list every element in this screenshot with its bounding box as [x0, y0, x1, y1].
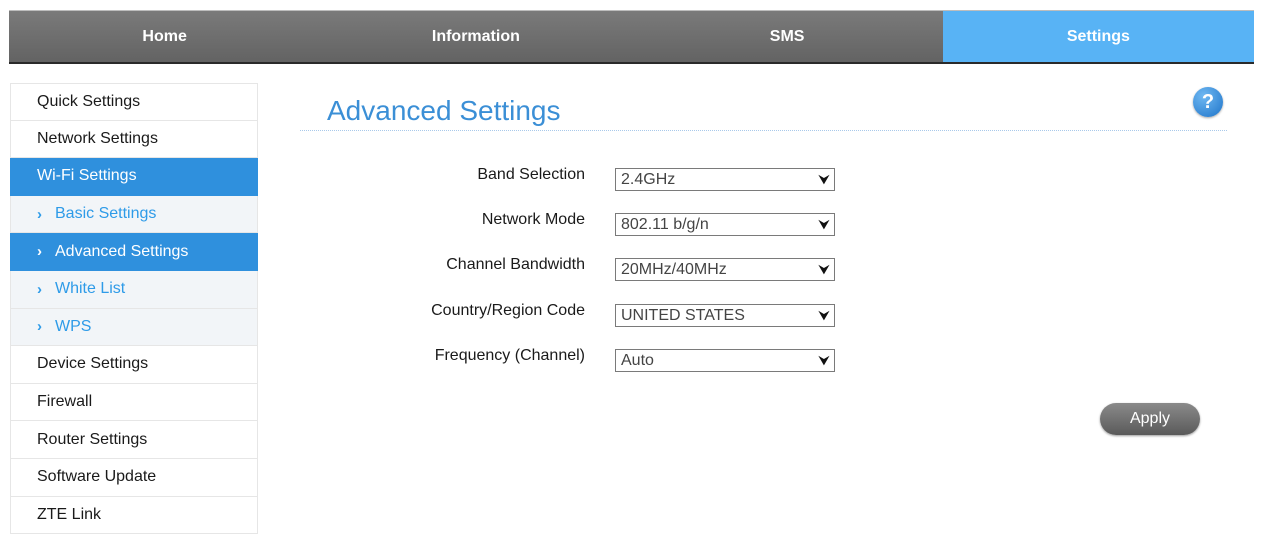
channel-bandwidth-label: Channel Bandwidth [446, 256, 585, 273]
country-region-select[interactable]: UNITED STATES ⮟ [615, 304, 835, 327]
network-mode-row: Network Mode 802.11 b/g/n ⮟ [300, 209, 840, 237]
tab-settings[interactable]: Settings [942, 11, 1254, 62]
band-selection-label: Band Selection [477, 166, 585, 183]
frequency-channel-select[interactable]: Auto ⮟ [615, 349, 835, 372]
band-selection-select[interactable]: 2.4GHz ⮟ [615, 168, 835, 191]
sidebar-item-software-update[interactable]: Software Update [10, 458, 258, 497]
chevron-right-icon: › [37, 280, 42, 298]
help-icon[interactable]: ? [1193, 87, 1223, 117]
sidebar-item-label: Software Update [37, 468, 157, 486]
sidebar-item-zte-link[interactable]: ZTE Link [10, 496, 258, 535]
frequency-channel-value: Auto [621, 352, 654, 369]
sidebar-item-quick-settings[interactable]: Quick Settings [10, 83, 258, 121]
title-divider [300, 130, 1227, 131]
page-title: Advanced Settings [327, 95, 561, 126]
country-region-row: Country/Region Code UNITED STATES ⮟ [300, 300, 840, 328]
sidebar-item-label: Firewall [37, 393, 93, 411]
band-selection-value: 2.4GHz [621, 171, 676, 188]
sidebar-item-label: Network Settings [37, 129, 158, 147]
tab-sms[interactable]: SMS [631, 11, 943, 62]
sidebar-subitem-advanced-settings[interactable]: › Advanced Settings [10, 233, 258, 271]
chevron-down-icon: ⮟ [818, 216, 830, 232]
sidebar-item-label: ZTE Link [37, 505, 102, 523]
sidebar-item-label: Quick Settings [37, 92, 141, 110]
channel-bandwidth-value: 20MHz/40MHz [621, 261, 727, 278]
sidebar-item-wifi-settings[interactable]: Wi-Fi Settings [10, 158, 258, 196]
tab-home[interactable]: Home [9, 11, 321, 62]
chevron-down-icon: ⮟ [818, 171, 830, 187]
sidebar-item-network-settings[interactable]: Network Settings [10, 120, 258, 159]
network-mode-label: Network Mode [481, 211, 585, 228]
sidebar-subitem-wps[interactable]: › WPS [10, 308, 258, 347]
sidebar-item-label: WPS [55, 317, 92, 335]
sidebar-item-label: White List [55, 280, 126, 298]
sidebar: Quick Settings Network Settings Wi-Fi Se… [10, 83, 258, 535]
frequency-channel-row: Frequency (Channel) Auto ⮟ [300, 345, 840, 373]
chevron-down-icon: ⮟ [818, 307, 830, 323]
sidebar-item-label: Device Settings [37, 355, 149, 373]
chevron-right-icon: › [37, 205, 42, 223]
network-mode-select[interactable]: 802.11 b/g/n ⮟ [615, 213, 835, 236]
chevron-down-icon: ⮟ [818, 352, 830, 368]
sidebar-item-label: Router Settings [37, 430, 148, 448]
band-selection-row: Band Selection 2.4GHz ⮟ [300, 164, 840, 192]
chevron-right-icon: › [37, 243, 42, 261]
chevron-down-icon: ⮟ [818, 261, 830, 277]
sidebar-item-device-settings[interactable]: Device Settings [10, 346, 258, 384]
network-mode-value: 802.11 b/g/n [621, 216, 709, 233]
chevron-right-icon: › [37, 318, 42, 336]
sidebar-item-label: Advanced Settings [55, 242, 189, 260]
apply-button[interactable]: Apply [1100, 403, 1200, 435]
top-nav: Home Information SMS Settings [9, 10, 1254, 64]
sidebar-subitem-white-list[interactable]: › White List [10, 270, 258, 309]
country-region-value: UNITED STATES [621, 307, 745, 324]
sidebar-subitem-basic-settings[interactable]: › Basic Settings [10, 195, 258, 234]
sidebar-item-label: Basic Settings [55, 205, 157, 223]
sidebar-item-router-settings[interactable]: Router Settings [10, 421, 258, 459]
sidebar-item-label: Wi-Fi Settings [37, 167, 137, 185]
channel-bandwidth-select[interactable]: 20MHz/40MHz ⮟ [615, 258, 835, 281]
frequency-channel-label: Frequency (Channel) [434, 347, 585, 364]
tab-information[interactable]: Information [320, 11, 632, 62]
sidebar-item-firewall[interactable]: Firewall [10, 383, 258, 422]
country-region-label: Country/Region Code [431, 302, 585, 319]
channel-bandwidth-row: Channel Bandwidth 20MHz/40MHz ⮟ [300, 254, 840, 282]
